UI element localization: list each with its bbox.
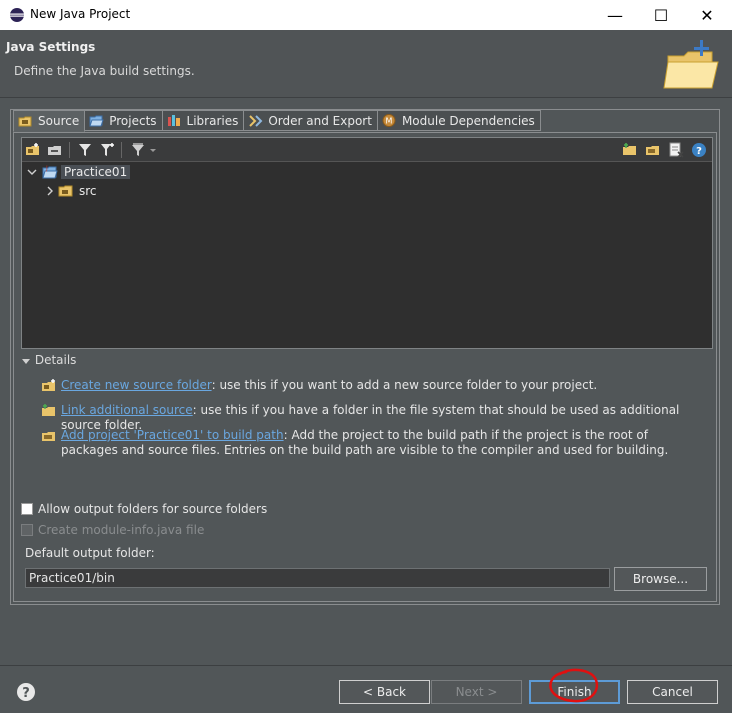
source-folder-icon [58, 185, 73, 197]
tab-bar: Source Projects Libraries Order and Expo… [13, 110, 541, 132]
tab-libraries[interactable]: Libraries [162, 110, 245, 131]
svg-text:?: ? [22, 686, 30, 701]
tree-item-src[interactable]: src [44, 182, 97, 200]
java-project-icon: J [42, 165, 58, 179]
output-folder-label: Default output folder: [25, 546, 155, 560]
help-icon[interactable]: ? [16, 682, 36, 702]
new-source-folder-icon [42, 379, 55, 391]
back-button[interactable]: < Back [339, 680, 430, 704]
link-source-icon[interactable] [47, 142, 63, 158]
edit-folder-icon[interactable] [645, 142, 661, 158]
minimize-button[interactable]: — [592, 0, 638, 30]
remove-icon[interactable] [668, 142, 684, 158]
cancel-button[interactable]: Cancel [627, 680, 718, 704]
close-button[interactable]: ✕ [684, 0, 730, 30]
wizard-header: Java Settings Define the Java build sett… [0, 30, 732, 98]
help-icon[interactable]: ? [691, 142, 707, 158]
eclipse-icon [10, 8, 24, 22]
source-icon [18, 116, 32, 126]
module-icon: M [382, 114, 396, 127]
add-folder-icon[interactable] [622, 142, 638, 158]
svg-text:?: ? [696, 146, 702, 157]
source-folder-tree[interactable]: ? J Practice01 src [21, 137, 713, 349]
chevron-right-icon[interactable] [44, 185, 56, 197]
svg-text:M: M [386, 117, 393, 126]
link-source-folder-icon [42, 404, 55, 416]
title-bar: New Java Project — ☐ ✕ [0, 0, 732, 30]
svg-text:J: J [45, 165, 48, 172]
order-export-icon [249, 115, 263, 127]
allow-output-folders-checkbox[interactable] [21, 503, 33, 515]
chevron-down-icon[interactable] [26, 166, 38, 178]
tab-projects[interactable]: Projects [85, 110, 163, 131]
next-button: Next > [431, 680, 522, 704]
triangle-down-icon [22, 358, 30, 364]
add-source-folder-icon[interactable] [25, 142, 41, 158]
new-project-folder-icon [663, 40, 719, 89]
tree-item-project[interactable]: J Practice01 [26, 163, 131, 181]
tree-toolbar: ? [22, 138, 712, 162]
libraries-icon [167, 115, 180, 126]
source-tab-content: ? J Practice01 src Details Create new so… [13, 132, 717, 602]
filter-add-icon[interactable] [99, 142, 115, 158]
details-toggle[interactable]: Details [21, 353, 76, 367]
tab-order-and-export[interactable]: Order and Export [244, 110, 378, 131]
create-source-folder-link[interactable]: Create new source folder [61, 378, 212, 392]
add-project-icon [42, 432, 55, 441]
projects-icon [89, 115, 104, 127]
filter-icon[interactable] [77, 142, 93, 158]
dropdown-arrow-icon[interactable] [148, 142, 158, 158]
output-folder-field[interactable] [25, 568, 610, 588]
link-additional-source-link[interactable]: Link additional source [61, 403, 193, 417]
tab-module-dependencies[interactable]: M Module Dependencies [377, 110, 541, 131]
detail-row-create: Create new source folder: use this if yo… [41, 378, 701, 393]
button-bar: ? < Back Next > Finish Cancel [0, 665, 732, 713]
folder-name: src [79, 184, 97, 198]
browse-button[interactable]: Browse... [614, 567, 707, 591]
detail-row-add-project: Add project 'Practice01' to build path: … [41, 428, 701, 458]
project-name: Practice01 [61, 165, 131, 179]
window-title: New Java Project [30, 7, 131, 21]
tab-source[interactable]: Source [13, 110, 86, 132]
create-module-info-checkbox [21, 524, 33, 536]
red-circle-annotation [549, 668, 599, 703]
configure-filter-icon[interactable] [130, 142, 146, 158]
allow-output-folders-option[interactable]: Allow output folders for source folders [21, 501, 421, 517]
build-path-panel: Source Projects Libraries Order and Expo… [10, 109, 720, 605]
add-project-to-build-path-link[interactable]: Add project 'Practice01' to build path [61, 428, 284, 442]
create-module-info-option: Create module-info.java file [21, 522, 421, 538]
maximize-button[interactable]: ☐ [638, 0, 684, 30]
page-title: Java Settings [6, 40, 96, 54]
page-description: Define the Java build settings. [14, 64, 195, 78]
